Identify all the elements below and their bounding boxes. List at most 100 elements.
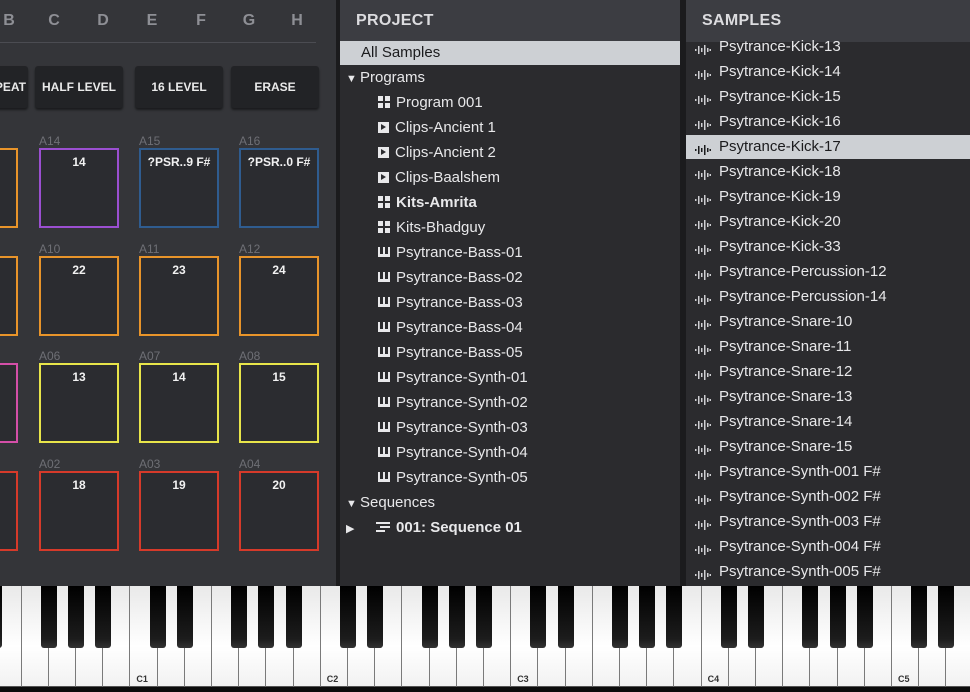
tree-item-program[interactable]: Program 001 bbox=[340, 91, 483, 115]
tree-item-sequence[interactable]: ▶ 001: Sequence 01 bbox=[340, 516, 522, 540]
black-key[interactable] bbox=[285, 586, 302, 648]
black-key[interactable] bbox=[95, 586, 112, 648]
tree-item-program[interactable]: Psytrance-Synth-03 bbox=[340, 416, 528, 440]
tree-item-program[interactable]: Clips-Ancient 1 bbox=[340, 116, 496, 140]
sample-item[interactable]: Psytrance-Percussion-14 bbox=[686, 285, 970, 309]
sample-item[interactable]: Psytrance-Kick-20 bbox=[686, 210, 970, 234]
black-key[interactable] bbox=[639, 586, 656, 648]
black-key[interactable] bbox=[802, 586, 819, 648]
expanded-triangle-icon[interactable]: ▼ bbox=[346, 67, 360, 91]
tree-folder-sequences[interactable]: ▼ Sequences bbox=[340, 491, 435, 515]
pad[interactable] bbox=[0, 471, 18, 551]
bank-e-button[interactable]: E bbox=[137, 12, 167, 30]
black-key[interactable] bbox=[829, 586, 846, 648]
erase-button[interactable]: ERASE bbox=[231, 66, 319, 108]
tree-item-program[interactable]: Clips-Ancient 2 bbox=[340, 141, 496, 165]
tree-item-program[interactable]: Psytrance-Bass-02 bbox=[340, 266, 523, 290]
pad[interactable] bbox=[0, 256, 18, 336]
bank-b-button[interactable]: B bbox=[0, 12, 24, 30]
sample-item[interactable]: Psytrance-Snare-15 bbox=[686, 435, 970, 459]
pad[interactable]: 14 bbox=[39, 148, 119, 228]
black-key[interactable] bbox=[68, 586, 84, 648]
pad[interactable]: 15 bbox=[239, 363, 319, 443]
pad[interactable]: 19 bbox=[139, 471, 219, 551]
black-key[interactable] bbox=[149, 586, 166, 648]
black-key[interactable] bbox=[476, 586, 492, 648]
sample-item[interactable]: Psytrance-Kick-17 bbox=[686, 135, 970, 159]
pad[interactable] bbox=[0, 148, 18, 228]
bank-f-button[interactable]: F bbox=[186, 12, 216, 30]
sample-item[interactable]: Psytrance-Percussion-12 bbox=[686, 260, 970, 284]
black-key[interactable] bbox=[258, 586, 275, 648]
black-key[interactable] bbox=[938, 586, 955, 648]
sample-item[interactable]: Psytrance-Synth-003 F# bbox=[686, 510, 970, 534]
black-key[interactable] bbox=[856, 586, 873, 648]
black-key[interactable] bbox=[666, 586, 683, 648]
sample-item[interactable]: Psytrance-Kick-14 bbox=[686, 60, 970, 84]
tree-item-all-samples[interactable]: All Samples bbox=[340, 41, 680, 65]
sample-item[interactable]: Psytrance-Kick-19 bbox=[686, 185, 970, 209]
sample-item[interactable]: Psytrance-Synth-002 F# bbox=[686, 485, 970, 509]
sample-item[interactable]: Psytrance-Synth-004 F# bbox=[686, 535, 970, 559]
16-level-button[interactable]: 16 LEVEL bbox=[135, 66, 223, 108]
black-key[interactable] bbox=[557, 586, 574, 648]
bank-h-button[interactable]: H bbox=[282, 12, 312, 30]
tree-item-program[interactable]: Psytrance-Bass-03 bbox=[340, 291, 523, 315]
tree-item-program[interactable]: Psytrance-Bass-05 bbox=[340, 341, 523, 365]
black-key[interactable] bbox=[340, 586, 356, 648]
pad[interactable]: 18 bbox=[39, 471, 119, 551]
black-key[interactable] bbox=[612, 586, 628, 648]
sample-item[interactable]: Psytrance-Kick-16 bbox=[686, 110, 970, 134]
sample-item[interactable]: Psytrance-Snare-13 bbox=[686, 385, 970, 409]
sample-item[interactable]: Psytrance-Kick-33 bbox=[686, 235, 970, 259]
black-key[interactable] bbox=[911, 586, 928, 648]
tree-item-program[interactable]: Psytrance-Bass-04 bbox=[340, 316, 523, 340]
pad[interactable] bbox=[0, 363, 18, 443]
black-key[interactable] bbox=[448, 586, 465, 648]
black-key[interactable] bbox=[530, 586, 547, 648]
pad[interactable]: ?PSR..9 F# bbox=[139, 148, 219, 228]
sample-item[interactable]: Psytrance-Kick-15 bbox=[686, 85, 970, 109]
bank-g-button[interactable]: G bbox=[234, 12, 264, 30]
sample-item[interactable]: Psytrance-Kick-18 bbox=[686, 160, 970, 184]
sample-item[interactable]: Psytrance-Kick-13 bbox=[686, 35, 970, 59]
black-key[interactable] bbox=[176, 586, 193, 648]
bank-d-button[interactable]: D bbox=[88, 12, 118, 30]
pad[interactable]: ?PSR..0 F# bbox=[239, 148, 319, 228]
sample-item[interactable]: Psytrance-Snare-14 bbox=[686, 410, 970, 434]
waveform-icon bbox=[695, 115, 711, 131]
black-key[interactable] bbox=[748, 586, 764, 648]
black-key[interactable] bbox=[367, 586, 384, 648]
sample-item[interactable]: Psytrance-Synth-005 F# bbox=[686, 560, 970, 584]
sample-item[interactable]: Psytrance-Snare-11 bbox=[686, 335, 970, 359]
black-key[interactable] bbox=[421, 586, 438, 648]
half-level-button[interactable]: HALF LEVEL bbox=[35, 66, 123, 108]
tree-item-program[interactable]: Kits-Bhadguy bbox=[340, 216, 485, 240]
tree-item-program[interactable]: Psytrance-Synth-02 bbox=[340, 391, 528, 415]
pad[interactable]: 22 bbox=[39, 256, 119, 336]
collapsed-triangle-icon[interactable]: ▶ bbox=[346, 517, 376, 541]
black-key[interactable] bbox=[40, 586, 57, 648]
pad[interactable]: 14 bbox=[139, 363, 219, 443]
black-key[interactable] bbox=[231, 586, 248, 648]
note-repeat-button[interactable]: PEAT bbox=[0, 66, 28, 108]
tree-item-program[interactable]: Clips-Baalshem bbox=[340, 166, 500, 190]
tree-item-program[interactable]: Psytrance-Synth-05 bbox=[340, 466, 528, 490]
black-key[interactable] bbox=[720, 586, 737, 648]
tree-item-program[interactable]: Psytrance-Synth-01 bbox=[340, 366, 528, 390]
expanded-triangle-icon[interactable]: ▼ bbox=[346, 492, 360, 516]
pad[interactable]: 24 bbox=[239, 256, 319, 336]
pad[interactable]: 23 bbox=[139, 256, 219, 336]
tree-item-program[interactable]: Kits-Amrita bbox=[340, 191, 477, 215]
sample-item[interactable]: Psytrance-Snare-12 bbox=[686, 360, 970, 384]
tree-item-program[interactable]: Psytrance-Synth-04 bbox=[340, 441, 528, 465]
sample-item[interactable]: Psytrance-Snare-10 bbox=[686, 310, 970, 334]
grid-icon bbox=[378, 96, 390, 109]
white-key[interactable] bbox=[0, 586, 22, 687]
bank-c-button[interactable]: C bbox=[39, 12, 69, 30]
tree-folder-programs[interactable]: ▼ Programs bbox=[340, 66, 425, 90]
sample-item[interactable]: Psytrance-Synth-001 F# bbox=[686, 460, 970, 484]
pad[interactable]: 20 bbox=[239, 471, 319, 551]
pad[interactable]: 13 bbox=[39, 363, 119, 443]
tree-item-program[interactable]: Psytrance-Bass-01 bbox=[340, 241, 523, 265]
